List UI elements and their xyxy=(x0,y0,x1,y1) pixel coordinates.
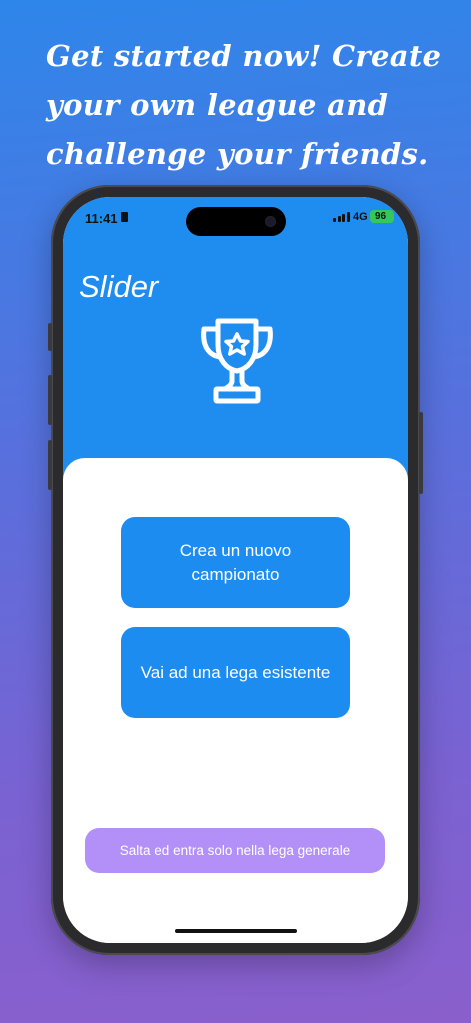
sim-card-icon xyxy=(121,212,128,222)
status-time: 11:41 xyxy=(85,211,118,226)
front-camera-icon xyxy=(265,216,276,227)
status-bar: 11:41 4G 96 xyxy=(63,197,408,241)
trophy-star-icon xyxy=(201,318,273,404)
signal-strength-icon xyxy=(333,212,350,222)
phone-screen: 11:41 4G 96 Slider Crea un nuovo campion… xyxy=(63,197,408,943)
skip-general-league-button[interactable]: Salta ed entra solo nella lega generale xyxy=(85,828,385,873)
volume-down-button xyxy=(48,440,52,490)
network-type: 4G xyxy=(353,211,368,223)
action-button xyxy=(48,323,52,351)
volume-up-button xyxy=(48,375,52,425)
create-league-button[interactable]: Crea un nuovo campionato xyxy=(121,517,350,608)
home-indicator[interactable] xyxy=(175,929,297,933)
app-title: Slider xyxy=(79,269,159,304)
dynamic-island xyxy=(186,207,286,236)
battery-indicator: 96 xyxy=(370,210,394,223)
join-league-button[interactable]: Vai ad una lega esistente xyxy=(121,627,350,718)
power-button xyxy=(419,412,423,494)
promo-headline: Get started now! Create your own league … xyxy=(46,39,442,171)
